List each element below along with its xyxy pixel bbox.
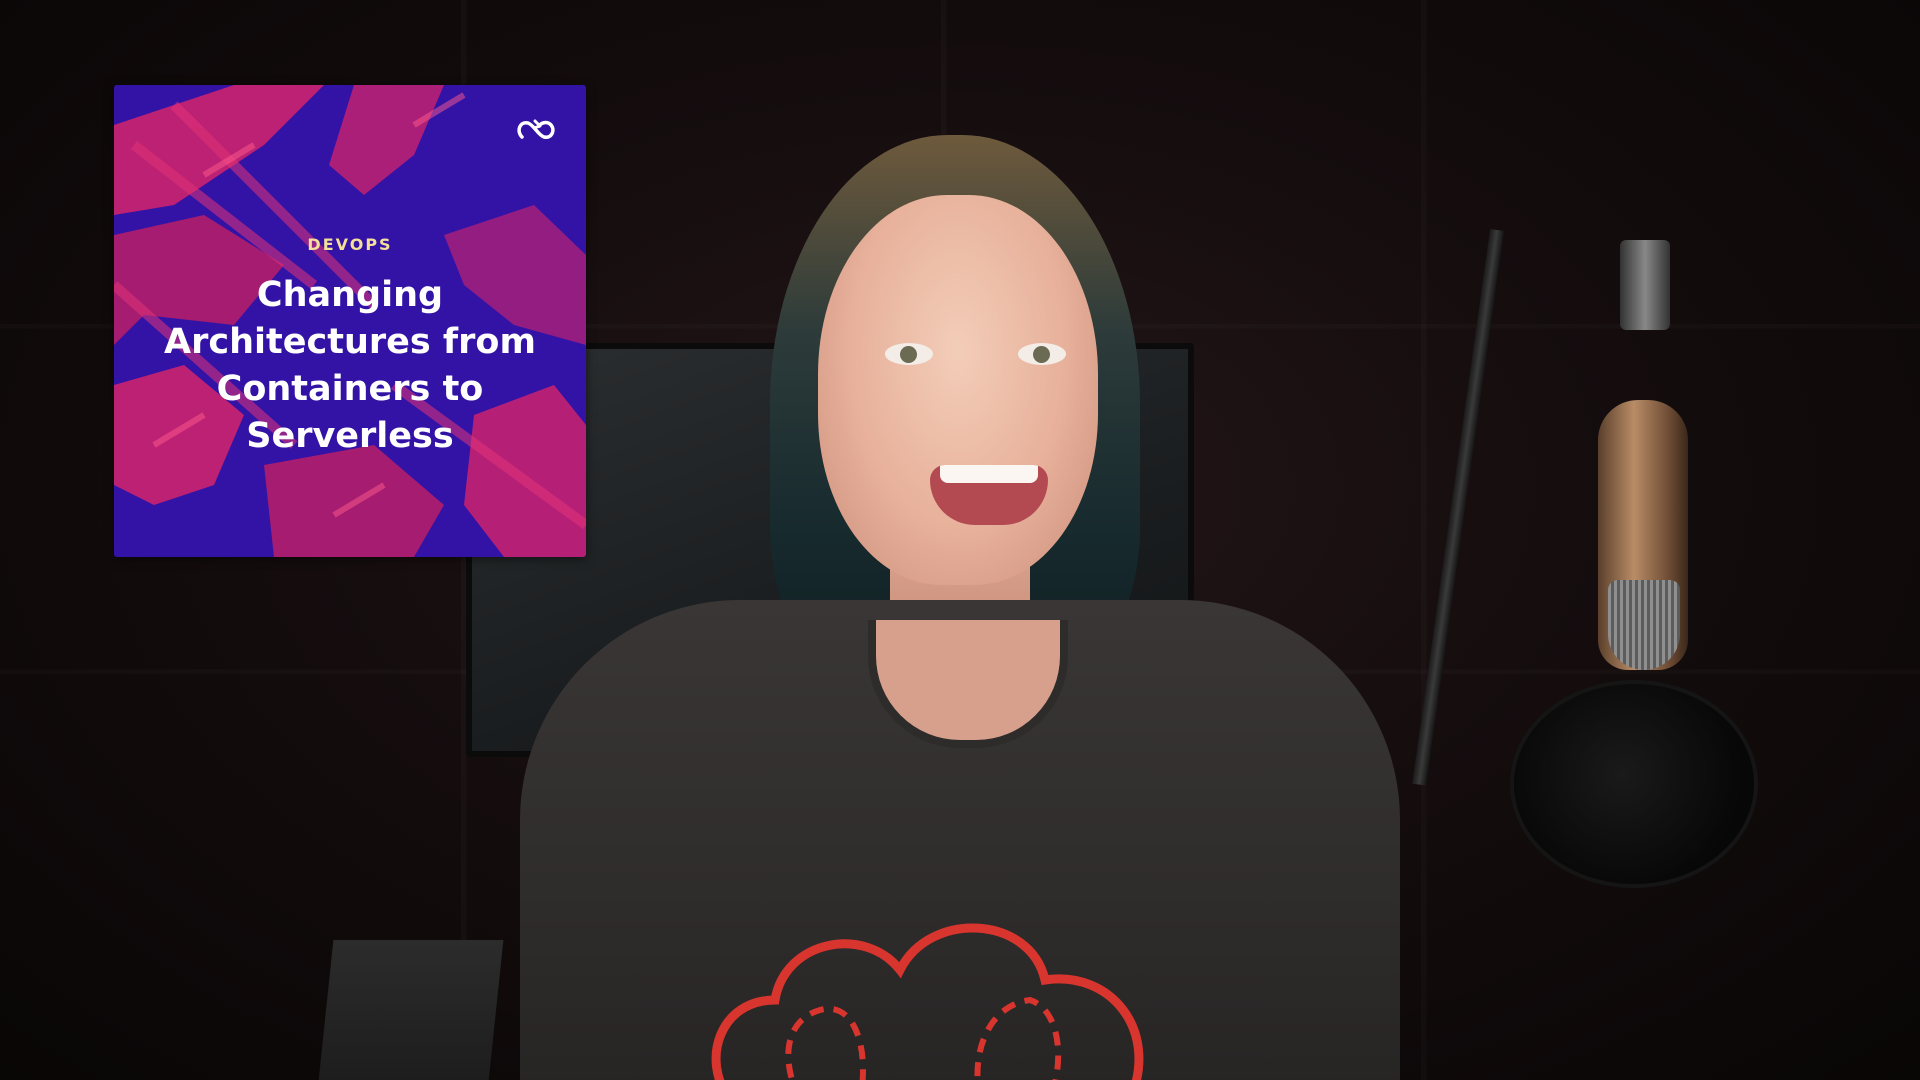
cloud-icon	[711, 923, 1144, 1080]
microphone-shock-mount	[1620, 240, 1670, 330]
course-category: DEVOPS	[307, 235, 393, 254]
basket	[316, 940, 504, 1080]
video-frame: DEVOPS Changing Architectures from Conta…	[0, 0, 1920, 1080]
pop-filter	[1510, 680, 1758, 888]
microphone-grille	[1608, 580, 1680, 670]
course-card: DEVOPS Changing Architectures from Conta…	[114, 85, 586, 557]
course-title: Changing Architectures from Containers t…	[164, 275, 536, 456]
presenter-face	[818, 195, 1098, 585]
loop-icon	[517, 119, 555, 139]
presenter-eye-left	[885, 343, 933, 365]
course-card-text: DEVOPS Changing Architectures from Conta…	[114, 235, 586, 460]
presenter-eye-right	[1018, 343, 1066, 365]
